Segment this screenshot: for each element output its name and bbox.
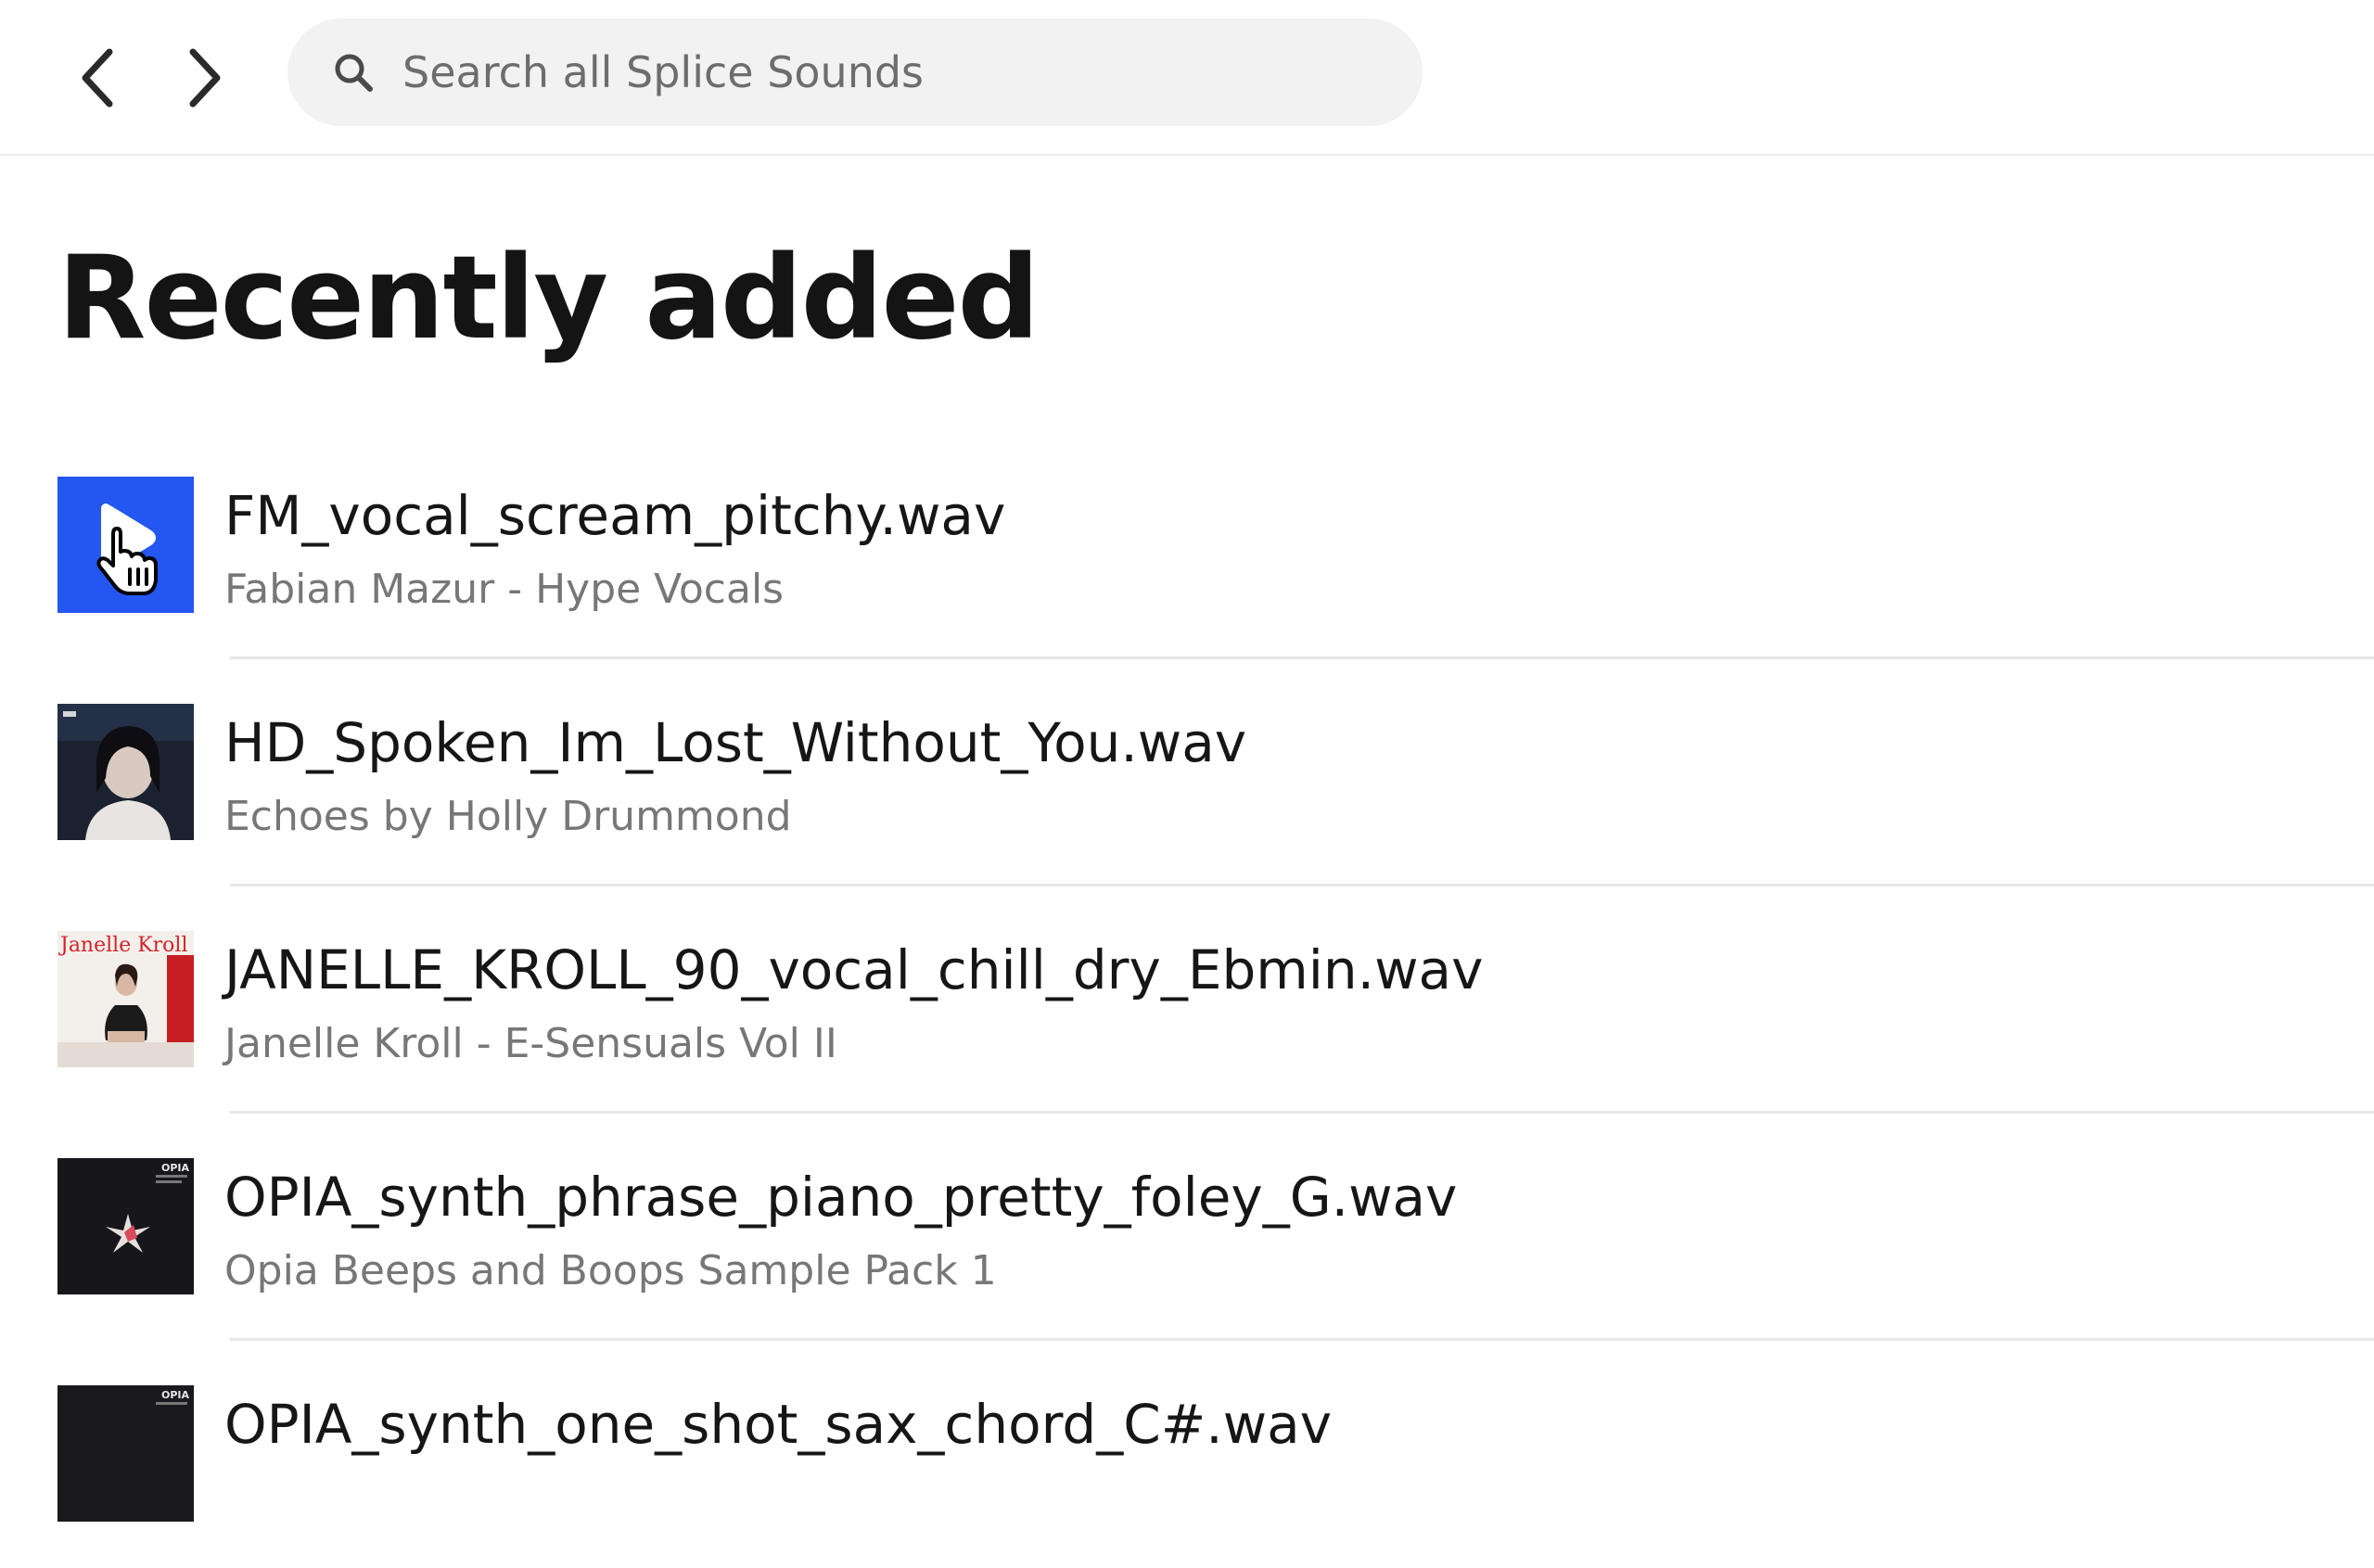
pack-name[interactable]: Echoes by Holly Drummond [224, 789, 792, 845]
search-icon [332, 51, 375, 94]
list-item[interactable]: HD_Spoken_Im_Lost_Without_You.wav Echoes… [0, 659, 2374, 886]
search-input[interactable] [401, 34, 1423, 110]
sample-title[interactable]: FM_vocal_scream_pitchy.wav [224, 478, 1005, 553]
album-cover[interactable] [57, 477, 194, 613]
sample-list: FM_vocal_scream_pitchy.wav Fabian Mazur … [0, 432, 2374, 1568]
album-cover[interactable]: Janelle Kroll [57, 931, 194, 1067]
search-bar[interactable] [287, 19, 1423, 126]
hand-cursor-icon [96, 527, 158, 595]
album-cover[interactable]: OPIA [57, 1385, 194, 1522]
portrait-image [57, 704, 194, 840]
top-bar [0, 0, 2374, 156]
album-cover[interactable]: OPIA [57, 1158, 194, 1294]
album-cover[interactable] [57, 704, 194, 840]
list-item[interactable]: OPIA OPIA_synth_phrase_piano_pretty_fole… [0, 1114, 2374, 1341]
pack-name[interactable]: Fabian Mazur - Hype Vocals [224, 562, 784, 618]
album-art: OPIA [57, 1158, 194, 1294]
back-button[interactable] [63, 43, 134, 113]
sample-title[interactable]: OPIA_synth_phrase_piano_pretty_foley_G.w… [224, 1160, 1457, 1234]
album-art: OPIA [57, 1385, 194, 1522]
svg-text:OPIA: OPIA [161, 1389, 190, 1401]
pack-name[interactable]: Opia Beeps and Boops Sample Pack 1 [224, 1243, 997, 1299]
svg-text:OPIA: OPIA [161, 1162, 190, 1174]
sample-title[interactable]: HD_Spoken_Im_Lost_Without_You.wav [224, 706, 1246, 780]
pack-name[interactable]: Janelle Kroll - E-Sensuals Vol II [224, 1016, 837, 1072]
list-item[interactable]: FM_vocal_scream_pitchy.wav Fabian Mazur … [0, 432, 2374, 659]
sample-title[interactable]: OPIA_synth_one_shot_sax_chord_C#.wav [224, 1387, 1332, 1461]
chevron-right-icon [189, 48, 221, 108]
forward-button[interactable] [169, 43, 239, 113]
chevron-left-icon [82, 48, 113, 108]
page-title: Recently added [57, 232, 1040, 365]
album-art: Janelle Kroll [57, 931, 194, 1067]
sample-title[interactable]: JANELLE_KROLL_90_vocal_chill_dry_Ebmin.w… [224, 933, 1483, 1007]
svg-text:Janelle Kroll: Janelle Kroll [58, 934, 187, 957]
list-item[interactable]: Janelle Kroll JANELLE_KROLL_90_vocal_chi… [0, 886, 2374, 1114]
list-item[interactable]: OPIA OPIA_synth_one_shot_sax_chord_C#.wa… [0, 1341, 2374, 1568]
